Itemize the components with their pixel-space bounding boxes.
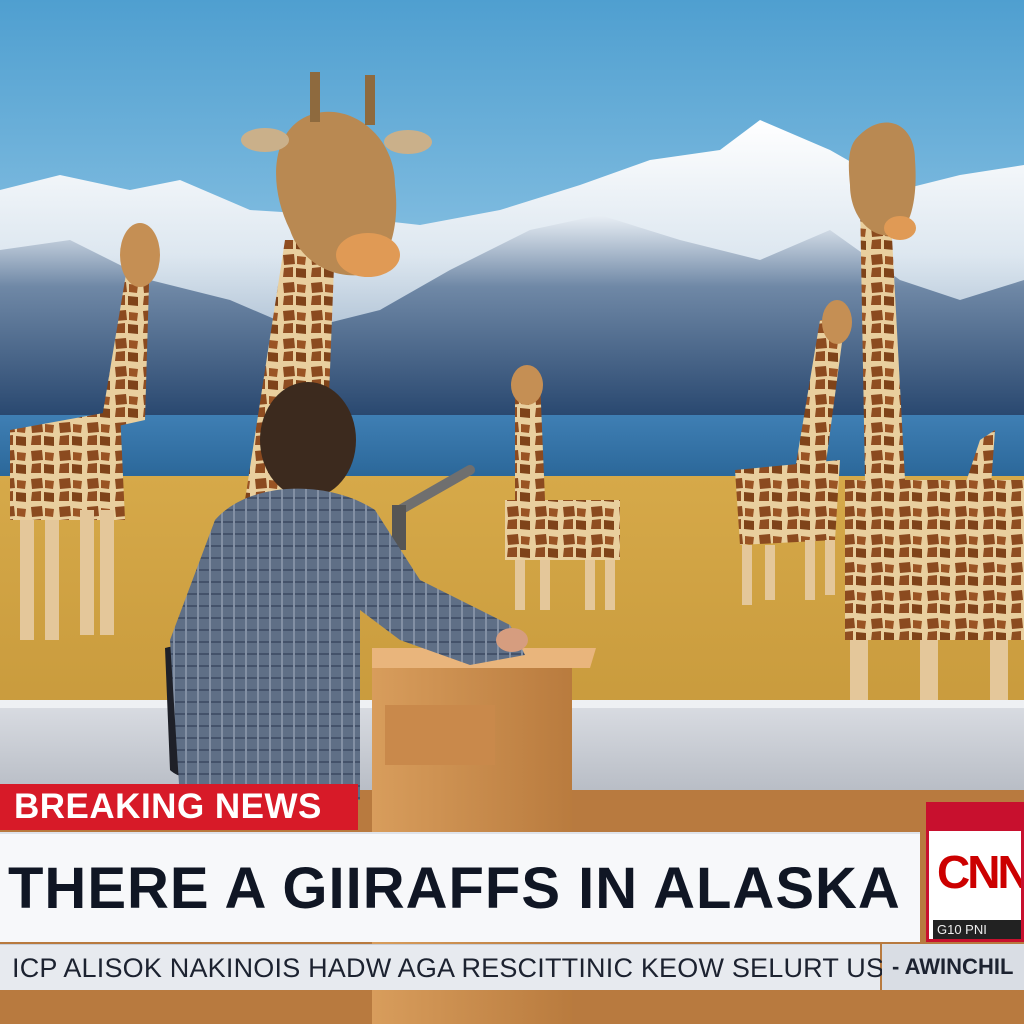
news-ticker: ICP ALISOK NAKINOIS HADW AGA RESCITTINIC… bbox=[0, 944, 1024, 990]
network-logo: CNN G10 PNI bbox=[926, 802, 1024, 942]
breaking-news-label: BREAKING NEWS bbox=[0, 784, 358, 830]
ticker-side-panel: - AWINCHIL bbox=[882, 944, 1024, 990]
headline: THERE A GIIRAFFS IN ALASKA bbox=[8, 856, 901, 921]
headline-bar: THERE A GIIRAFFS IN ALASKA bbox=[0, 832, 920, 942]
logo-subtext: G10 PNI bbox=[933, 920, 1021, 939]
logo-text: CNN bbox=[937, 846, 1024, 898]
ticker-side-text: - AWINCHIL bbox=[892, 954, 1014, 979]
news-broadcast-frame: BREAKING NEWS THERE A GIIRAFFS IN ALASKA… bbox=[0, 0, 1024, 1024]
logo-red-band bbox=[929, 805, 1021, 831]
ticker-text: ICP ALISOK NAKINOIS HADW AGA RESCITTINIC… bbox=[12, 953, 1024, 983]
